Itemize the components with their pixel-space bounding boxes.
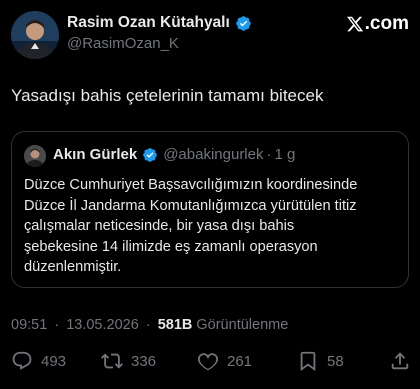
meta-separator: ·	[54, 317, 60, 333]
quote-header: Akın Gürlek @abakingurlek · 1 g	[53, 146, 295, 163]
author-avatar[interactable]	[11, 11, 59, 59]
repost-icon	[101, 353, 123, 369]
like-icon	[197, 353, 219, 371]
bookmark-button[interactable]: 58	[297, 350, 344, 372]
quote-separator: ·	[266, 146, 272, 163]
tweet-header: Rasim Ozan Kütahyalı @RasimOzan_K .com	[11, 11, 411, 59]
quote-text-line: Düzce Cumhuriyet Başsavcılığımızın koord…	[24, 177, 358, 193]
share-button[interactable]	[389, 350, 411, 372]
verified-badge-icon	[143, 147, 158, 162]
author-name-row: Rasim Ozan Kütahyalı	[67, 14, 252, 32]
repost-button[interactable]: 336	[101, 350, 156, 372]
meta-separator: ·	[145, 317, 151, 333]
like-button[interactable]: 261	[197, 350, 252, 372]
quote-age: 1 g	[274, 146, 296, 163]
quote-text-line: Düzce İl Jandarma Komutanlığımızca yürüt…	[24, 197, 357, 214]
tweet-meta: 09:51 · 13.05.2026 · 581B Görüntülenme	[11, 317, 288, 333]
quote-author-avatar[interactable]	[24, 145, 46, 167]
reply-count: 493	[41, 352, 67, 370]
quote-text-line: çalışmalar neticesinde, bir yasa dışı ba…	[24, 218, 295, 234]
x-logo-icon	[346, 16, 363, 32]
quote-text-line: düzenlenmiştir.	[24, 259, 122, 275]
bookmark-count: 58	[327, 352, 344, 370]
views-count: 581B	[157, 317, 193, 333]
views-label: Görüntülenme	[196, 317, 289, 333]
tweet-time[interactable]: 09:51	[11, 317, 47, 333]
repost-count: 336	[131, 352, 157, 370]
verified-badge-icon	[236, 15, 251, 31]
quote-author-handle[interactable]: @abakingurlek	[163, 146, 263, 163]
quoted-tweet[interactable]: Akın Gürlek @abakingurlek · 1 g Düzce Cu…	[11, 131, 409, 288]
bookmark-icon	[300, 351, 316, 372]
author-name[interactable]: Rasim Ozan Kütahyalı	[67, 14, 230, 32]
quote-text-line: şebekesine 14 ilimizde eş zamanlı operas…	[24, 238, 318, 255]
x-logo: .com	[346, 13, 409, 35]
like-count: 261	[227, 352, 253, 370]
action-bar: 493 336 261 58	[11, 350, 411, 372]
tweet-text: Yasadışı bahis çetelerinin tamamı bitece…	[11, 86, 324, 105]
share-icon	[391, 352, 409, 370]
tweet-date[interactable]: 13.05.2026	[66, 317, 139, 333]
x-logo-text: .com	[364, 13, 409, 34]
quote-text: Düzce Cumhuriyet Başsavcılığımızın koord…	[24, 175, 404, 278]
author-handle[interactable]: @RasimOzan_K	[67, 35, 179, 52]
reply-icon	[12, 351, 32, 370]
reply-button[interactable]: 493	[11, 350, 66, 372]
quote-author-name[interactable]: Akın Gürlek	[53, 146, 137, 163]
